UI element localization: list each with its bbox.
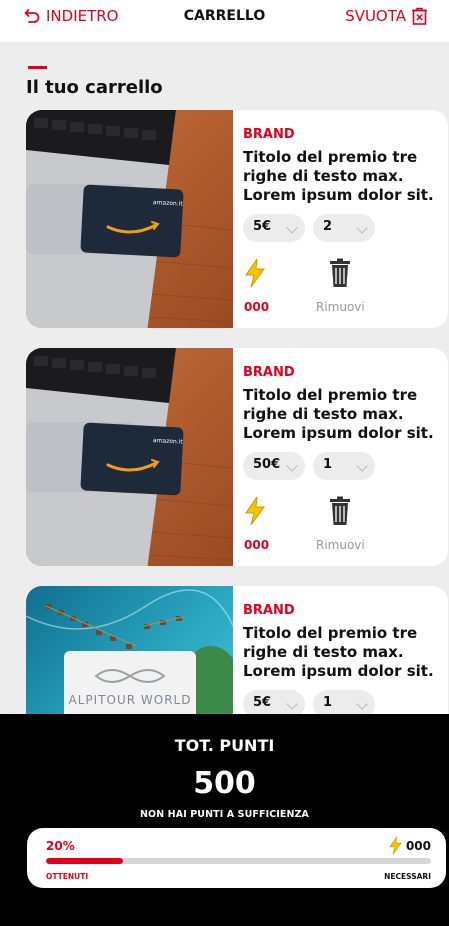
undo-arrow-icon bbox=[24, 9, 40, 23]
logo-text: ALPITOUR WORLD bbox=[69, 693, 192, 707]
total-points-label: TOT. PUNTI bbox=[174, 736, 275, 755]
value-selected: 50€ bbox=[253, 457, 281, 472]
amazon-gift-card: amazon.it bbox=[80, 422, 184, 496]
obtained-label: OTTENUTI bbox=[46, 872, 89, 881]
insufficient-points-warning: NON HAI PUNTI A SUFFICIENZA bbox=[140, 809, 309, 820]
item-points: 000 bbox=[244, 538, 270, 552]
progress-bar bbox=[46, 858, 431, 864]
amazon-gift-card: amazon.it bbox=[80, 184, 184, 258]
progress-percent: 20% bbox=[46, 839, 75, 853]
cart-item: amazon.it BRAND Titolo del premio tre ri… bbox=[26, 110, 448, 328]
item-title: Titolo del premio tre righe di testo max… bbox=[243, 386, 434, 442]
progress-bar-fill bbox=[46, 858, 123, 864]
points-summary-panel: TOT. PUNTI 500 NON HAI PUNTI A SUFFICIEN… bbox=[0, 714, 449, 926]
item-brand: BRAND bbox=[243, 365, 295, 380]
item-brand: BRAND bbox=[243, 603, 295, 618]
remove-button[interactable]: Rimuovi bbox=[316, 300, 365, 314]
cart-item: amazon.it BRAND Titolo del premio tre ri… bbox=[26, 348, 448, 566]
item-points: 000 bbox=[244, 300, 270, 314]
total-points-value: 500 bbox=[193, 766, 256, 801]
chevron-down-icon bbox=[286, 698, 298, 710]
item-title: Titolo del premio tre righe di testo max… bbox=[243, 148, 434, 204]
quantity-selected: 1 bbox=[323, 695, 333, 710]
points-progress-card: 20% 000 OTTENUTI NECESSARI bbox=[27, 828, 446, 888]
value-selected: 5€ bbox=[253, 695, 272, 710]
remove-button[interactable]: Rimuovi bbox=[316, 538, 365, 552]
back-label: INDIETRO bbox=[46, 7, 119, 25]
value-selected: 5€ bbox=[253, 219, 272, 234]
section-accent-line bbox=[28, 66, 47, 69]
chevron-down-icon bbox=[286, 460, 298, 472]
amazon-gift-card-image: amazon.it bbox=[26, 110, 233, 328]
empty-cart-button[interactable]: SVUOTA bbox=[345, 7, 428, 25]
quantity-select[interactable]: 1 bbox=[313, 452, 375, 480]
chevron-down-icon bbox=[356, 222, 368, 234]
quantity-select[interactable]: 2 bbox=[313, 214, 375, 242]
needed-label: NECESSARI bbox=[384, 872, 431, 881]
trash-can-icon[interactable] bbox=[329, 258, 351, 288]
needed-points-value: 000 bbox=[405, 838, 431, 853]
chevron-down-icon bbox=[356, 460, 368, 472]
value-select[interactable]: 5€ bbox=[243, 214, 305, 242]
quantity-selected: 2 bbox=[323, 219, 333, 234]
lightning-bolt-icon bbox=[245, 496, 265, 526]
value-select[interactable]: 50€ bbox=[243, 452, 305, 480]
lightning-bolt-icon bbox=[245, 258, 265, 288]
trash-x-icon bbox=[412, 7, 427, 25]
top-bar: INDIETRO CARRELLO SVUOTA bbox=[0, 0, 449, 42]
trash-can-icon[interactable] bbox=[329, 496, 351, 526]
back-button[interactable]: INDIETRO bbox=[24, 7, 119, 25]
item-title: Titolo del premio tre righe di testo max… bbox=[243, 624, 434, 680]
lightning-bolt-icon bbox=[389, 836, 402, 855]
section-title: Il tuo carrello bbox=[26, 77, 163, 98]
chevron-down-icon bbox=[356, 698, 368, 710]
quantity-selected: 1 bbox=[323, 457, 333, 472]
needed-points: 000 bbox=[388, 836, 431, 855]
item-brand: BRAND bbox=[243, 127, 295, 142]
empty-cart-label: SVUOTA bbox=[345, 7, 406, 25]
amazon-gift-card-image: amazon.it bbox=[26, 348, 233, 566]
chevron-down-icon bbox=[286, 222, 298, 234]
